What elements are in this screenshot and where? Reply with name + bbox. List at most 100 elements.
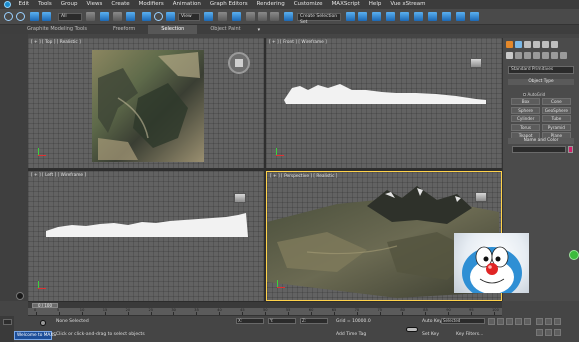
region-select-icon[interactable]	[113, 12, 122, 21]
motion-tab-icon[interactable]	[533, 41, 540, 48]
add-time-tag[interactable]: Add Time Tag	[336, 332, 366, 337]
viewcube-icon[interactable]	[234, 193, 246, 203]
zoom-extents-icon[interactable]	[554, 318, 561, 325]
utilities-tab-icon[interactable]	[551, 41, 558, 48]
menu-group[interactable]: Group	[56, 0, 82, 9]
rendered-frame-icon[interactable]	[456, 12, 465, 21]
display-tab-icon[interactable]	[542, 41, 549, 48]
unlink-icon[interactable]	[42, 12, 51, 21]
viewport-left[interactable]: [ + ] [ Left ] [ Wireframe ]	[28, 171, 264, 301]
viewcube-icon[interactable]	[228, 52, 250, 74]
curve-editor-icon[interactable]	[400, 12, 409, 21]
keyboard-shortcut-icon[interactable]	[232, 12, 241, 21]
menu-tools[interactable]: Tools	[34, 0, 57, 9]
menu-create[interactable]: Create	[107, 0, 134, 9]
render-icon[interactable]	[470, 12, 479, 21]
menu-rendering[interactable]: Rendering	[252, 0, 289, 9]
maximize-icon[interactable]	[554, 329, 561, 336]
cone-button[interactable]: Cone	[541, 98, 571, 105]
viewcube-icon[interactable]	[470, 58, 482, 68]
select-link-icon[interactable]	[30, 12, 39, 21]
track-bar[interactable]: 0 5 10 15 20 25 30 35 40 45 50 55 60 65 70 75 80 85 90 95 10…	[28, 308, 502, 316]
play-icon[interactable]	[506, 318, 513, 325]
object-name-field[interactable]	[512, 146, 566, 153]
menu-customize[interactable]: Customize	[289, 0, 327, 9]
systems-icon[interactable]	[560, 52, 567, 59]
spacewarps-icon[interactable]	[551, 52, 558, 59]
geometry-icon[interactable]	[506, 52, 513, 59]
orbit-icon[interactable]	[545, 329, 552, 336]
set-key-label[interactable]: Set Key	[422, 332, 439, 337]
z-coordinate-field[interactable]: Z:	[300, 318, 328, 324]
align-icon[interactable]	[358, 12, 367, 21]
object-color-swatch[interactable]	[568, 146, 573, 153]
key-mode-dropdown[interactable]: Selected	[441, 318, 485, 324]
zoom-icon[interactable]	[536, 318, 543, 325]
menu-maxscript[interactable]: MAXScript	[327, 0, 364, 9]
previous-frame-icon[interactable]	[497, 318, 504, 325]
select-by-name-icon[interactable]	[100, 12, 109, 21]
manipulate-icon[interactable]	[218, 12, 227, 21]
maxscript-listener[interactable]: Welcome to MAXS	[14, 331, 56, 340]
viewport-top[interactable]: [ + ] [ Top ] [ Realistic ]	[28, 38, 264, 168]
mirror-icon[interactable]	[346, 12, 355, 21]
autogrid-checkbox[interactable]: AutoGrid	[523, 92, 545, 97]
torus-button[interactable]: Torus	[511, 123, 541, 131]
modify-tab-icon[interactable]	[515, 41, 522, 48]
cylinder-button[interactable]: Cylinder	[511, 115, 541, 122]
menu-edit[interactable]: Edit	[14, 0, 34, 9]
next-frame-icon[interactable]	[515, 318, 522, 325]
tab-object-paint[interactable]: Object Paint	[197, 25, 253, 34]
y-coordinate-field[interactable]: Y:	[268, 318, 296, 324]
shapes-icon[interactable]	[515, 52, 522, 59]
angle-snap-icon[interactable]	[258, 12, 267, 21]
ribbon-menu-arrow-icon[interactable]: ▾	[254, 27, 261, 33]
undo-icon[interactable]	[4, 12, 13, 21]
menu-animation[interactable]: Animation	[168, 0, 205, 9]
go-to-start-icon[interactable]	[488, 318, 495, 325]
primitive-category-dropdown[interactable]: Standard Primitives	[508, 66, 574, 74]
viewport-layout-icon[interactable]	[16, 292, 24, 300]
material-editor-icon[interactable]	[428, 12, 437, 21]
lock-icon[interactable]	[40, 320, 46, 326]
percent-snap-icon[interactable]	[270, 12, 279, 21]
auto-key-label[interactable]: Auto Key	[422, 319, 442, 324]
menu-graph-editors[interactable]: Graph Editors	[205, 0, 252, 9]
helpers-icon[interactable]	[542, 52, 549, 59]
render-setup-icon[interactable]	[442, 12, 451, 21]
layer-manager-icon[interactable]	[372, 12, 381, 21]
menu-modifiers[interactable]: Modifiers	[134, 0, 168, 9]
move-icon[interactable]	[142, 12, 151, 21]
pyramid-button[interactable]: Pyramid	[541, 123, 571, 131]
named-selection-dropdown[interactable]: Create Selection Set	[297, 13, 341, 25]
selection-filter-dropdown[interactable]: All	[58, 13, 82, 21]
name-color-rollout-header[interactable]: Name and Color	[508, 138, 574, 144]
menu-vue-xstream[interactable]: Vue xStream	[386, 0, 430, 9]
select-icon[interactable]	[86, 12, 95, 21]
app-logo-icon[interactable]	[0, 0, 14, 9]
hierarchy-tab-icon[interactable]	[524, 41, 531, 48]
window-crossing-icon[interactable]	[126, 12, 135, 21]
tab-freeform[interactable]: Freeform	[100, 25, 148, 34]
schematic-view-icon[interactable]	[414, 12, 423, 21]
pan-icon[interactable]	[536, 329, 543, 336]
redo-icon[interactable]	[16, 12, 25, 21]
lights-icon[interactable]	[524, 52, 531, 59]
scale-icon[interactable]	[166, 12, 175, 21]
tube-button[interactable]: Tube	[541, 115, 571, 122]
menu-help[interactable]: Help	[364, 0, 386, 9]
layer-icon[interactable]	[3, 319, 12, 325]
geosphere-button[interactable]: GeoSphere	[541, 106, 571, 114]
edit-named-selection-icon[interactable]	[284, 12, 293, 21]
graphite-toggle-icon[interactable]	[386, 12, 395, 21]
object-type-rollout-header[interactable]: Object Type	[508, 79, 574, 85]
viewport-front[interactable]: [ + ] [ Front ] [ Wireframe ]	[266, 38, 502, 168]
tab-graphite-modeling-tools[interactable]: Graphite Modeling Tools	[14, 25, 100, 34]
snap-icon[interactable]	[246, 12, 255, 21]
box-button[interactable]: Box	[511, 98, 541, 105]
key-filters-button[interactable]: Key Filters...	[456, 332, 483, 337]
key-icon[interactable]	[406, 327, 418, 332]
viewcube-icon[interactable]	[475, 192, 487, 202]
side-notification-badge[interactable]	[569, 250, 579, 260]
zoom-all-icon[interactable]	[545, 318, 552, 325]
